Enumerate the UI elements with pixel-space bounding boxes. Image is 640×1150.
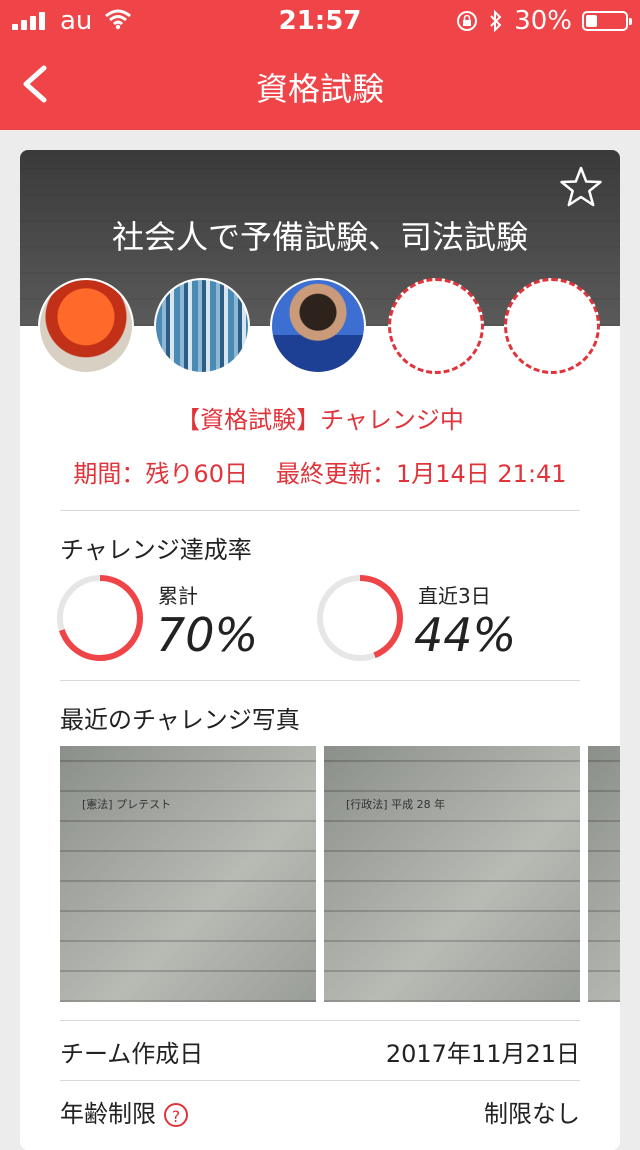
divider <box>60 510 580 511</box>
total-rate-ring <box>57 575 143 661</box>
page-title: 資格試験 <box>255 70 384 108</box>
challenge-photo[interactable] <box>588 746 620 1002</box>
battery-icon <box>582 11 632 31</box>
age-limit-value: 制限なし <box>484 1100 580 1128</box>
member-avatar[interactable] <box>38 278 134 374</box>
total-rate-label: 累計 <box>158 584 198 608</box>
recent-rate-ring <box>317 575 403 661</box>
rate-section-title: チャレンジ達成率 <box>60 536 252 564</box>
top-bar: au 21:57 30% 資格試験 <box>0 0 640 130</box>
team-name: 社会人で予備試験、司法試験 <box>111 218 528 256</box>
period-remaining: 期間：残り60日 <box>73 460 248 488</box>
challenge-status: 【資格試験】チャレンジ中 <box>176 406 464 434</box>
photo-carousel[interactable]: [憲法] プレテスト [行政法] 平成 28 年 <box>60 746 620 1002</box>
bluetooth-icon <box>490 9 502 33</box>
challenge-photo[interactable]: [行政法] 平成 28 年 <box>324 746 580 1002</box>
total-rate-value: 70% <box>156 608 259 662</box>
photos-section-title: 最近のチャレンジ写真 <box>60 706 300 734</box>
member-avatar[interactable] <box>270 278 366 374</box>
member-avatar[interactable] <box>154 278 250 374</box>
age-limit-row: 年齢制限? 制限なし <box>60 1080 580 1140</box>
member-list <box>38 278 618 378</box>
divider <box>60 680 580 681</box>
empty-member-slot[interactable] <box>504 278 600 374</box>
help-icon[interactable]: ? <box>164 1103 188 1127</box>
battery-percent: 30% <box>514 6 572 36</box>
created-date-value: 2017年11月21日 <box>385 1040 580 1068</box>
last-updated: 最終更新：1月14日 21:41 <box>275 460 567 488</box>
empty-member-slot[interactable] <box>388 278 484 374</box>
period-info: 期間：残り60日 最終更新：1月14日 21:41 <box>20 454 620 489</box>
challenge-photo[interactable]: [憲法] プレテスト <box>60 746 316 1002</box>
status-bar: au 21:57 30% <box>0 0 640 40</box>
team-card: 社会人で予備試験、司法試験 【資格試験】チャレンジ中 期間：残り60日 最終更新：… <box>20 150 620 1150</box>
created-date-row: チーム作成日 2017年11月21日 <box>60 1020 580 1080</box>
star-outline-icon[interactable] <box>558 164 604 210</box>
recent-rate-value: 44% <box>414 608 517 662</box>
created-date-label: チーム作成日 <box>60 1040 204 1068</box>
orientation-lock-icon <box>457 11 478 31</box>
recent-rate-label: 直近3日 <box>418 584 491 608</box>
age-limit-label: 年齢制限 <box>60 1100 156 1128</box>
navigation-bar: 資格試験 <box>0 42 640 130</box>
